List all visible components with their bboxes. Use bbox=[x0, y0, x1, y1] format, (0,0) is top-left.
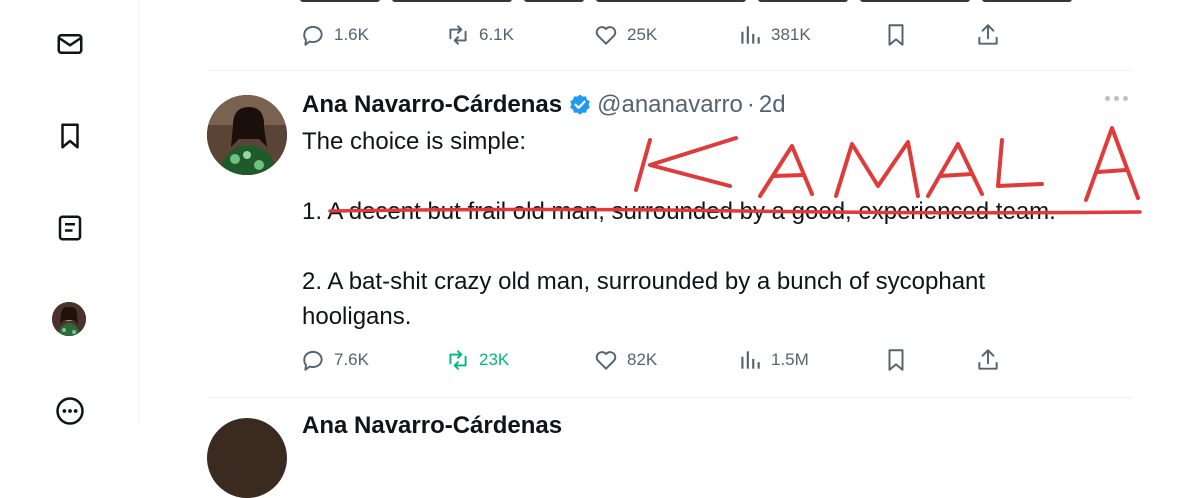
tweet-divider bbox=[207, 397, 1132, 398]
reply-button[interactable]: 7.6K bbox=[300, 345, 369, 375]
cropped-text-fragment bbox=[300, 0, 1072, 2]
repost-button[interactable]: 23K bbox=[445, 345, 509, 375]
previous-tweet-text-cutoff bbox=[300, 0, 1080, 15]
verified-badge-icon bbox=[570, 94, 590, 115]
heart-icon bbox=[595, 26, 617, 45]
list-icon bbox=[58, 215, 82, 241]
share-icon bbox=[978, 24, 998, 45]
sidebar-nav bbox=[0, 0, 139, 425]
views-button[interactable]: 381K bbox=[737, 20, 811, 50]
views-count: 1.5M bbox=[771, 350, 809, 369]
share-button[interactable] bbox=[975, 345, 1001, 375]
more-nav-icon[interactable] bbox=[54, 395, 86, 427]
dot bbox=[1114, 96, 1119, 101]
like-button[interactable]: 25K bbox=[593, 20, 657, 50]
next-author-avatar[interactable] bbox=[207, 418, 287, 498]
views-icon bbox=[741, 351, 760, 369]
tweet-header: Ana Navarro-Cárdenas @ananavarro · 2d bbox=[302, 90, 786, 120]
reply-count: 1.6K bbox=[334, 25, 369, 44]
repost-count: 23K bbox=[479, 350, 510, 369]
tweet-text-line-4: hooligans. bbox=[302, 303, 412, 330]
repost-count: 6.1K bbox=[479, 25, 514, 44]
more-options-button[interactable] bbox=[1105, 96, 1128, 101]
bookmark-icon bbox=[61, 123, 79, 149]
like-count: 25K bbox=[627, 25, 658, 44]
repost-icon bbox=[449, 350, 467, 370]
annotation-kamala-text bbox=[634, 126, 1140, 202]
dot bbox=[1105, 96, 1110, 101]
author-name[interactable]: Ana Navarro-Cárdenas bbox=[302, 91, 562, 119]
bookmark-button[interactable] bbox=[883, 20, 909, 50]
author-handle[interactable]: @ananavarro bbox=[597, 91, 743, 119]
tweet-actions: 7.6K 23K 82K 1.5M bbox=[300, 345, 1040, 375]
bookmarks-nav-icon[interactable] bbox=[54, 120, 86, 152]
profile-photo bbox=[52, 302, 86, 336]
bookmark-icon bbox=[888, 24, 904, 46]
previous-tweet-actions: 1.6K 6.1K 25K 381K bbox=[300, 20, 1040, 50]
heart-icon bbox=[595, 351, 617, 370]
more-circle-icon bbox=[56, 397, 84, 425]
share-button[interactable] bbox=[975, 20, 1001, 50]
envelope-icon bbox=[57, 34, 83, 54]
repost-button[interactable]: 6.1K bbox=[445, 20, 514, 50]
reply-count: 7.6K bbox=[334, 350, 369, 369]
bookmark-icon bbox=[888, 349, 904, 371]
author-avatar[interactable] bbox=[207, 95, 287, 175]
views-count: 381K bbox=[771, 25, 811, 44]
tweet-timestamp[interactable]: 2d bbox=[759, 91, 786, 119]
share-icon bbox=[978, 349, 998, 370]
like-button[interactable]: 82K bbox=[593, 345, 657, 375]
reply-button[interactable]: 1.6K bbox=[300, 20, 369, 50]
repost-icon bbox=[449, 25, 467, 45]
bookmark-button[interactable] bbox=[883, 345, 909, 375]
next-author-name[interactable]: Ana Navarro-Cárdenas bbox=[302, 412, 562, 440]
profile-avatar[interactable] bbox=[52, 302, 86, 336]
tweet-text-line-2: 1. A decent but frail old man, surrounde… bbox=[302, 198, 1056, 225]
like-count: 82K bbox=[627, 350, 658, 369]
tweet-divider bbox=[207, 70, 1132, 71]
reply-icon bbox=[303, 350, 323, 371]
views-button[interactable]: 1.5M bbox=[737, 345, 809, 375]
dot bbox=[1123, 96, 1128, 101]
views-icon bbox=[741, 26, 760, 44]
messages-nav-icon[interactable] bbox=[54, 28, 86, 60]
lists-nav-icon[interactable] bbox=[54, 212, 86, 244]
tweet-text-line-1: The choice is simple: bbox=[302, 128, 527, 155]
separator-dot: · bbox=[746, 91, 755, 118]
reply-icon bbox=[303, 25, 323, 46]
tweet-text-line-3: 2. A bat-shit crazy old man, surrounded … bbox=[302, 268, 986, 295]
author-photo bbox=[207, 95, 287, 175]
